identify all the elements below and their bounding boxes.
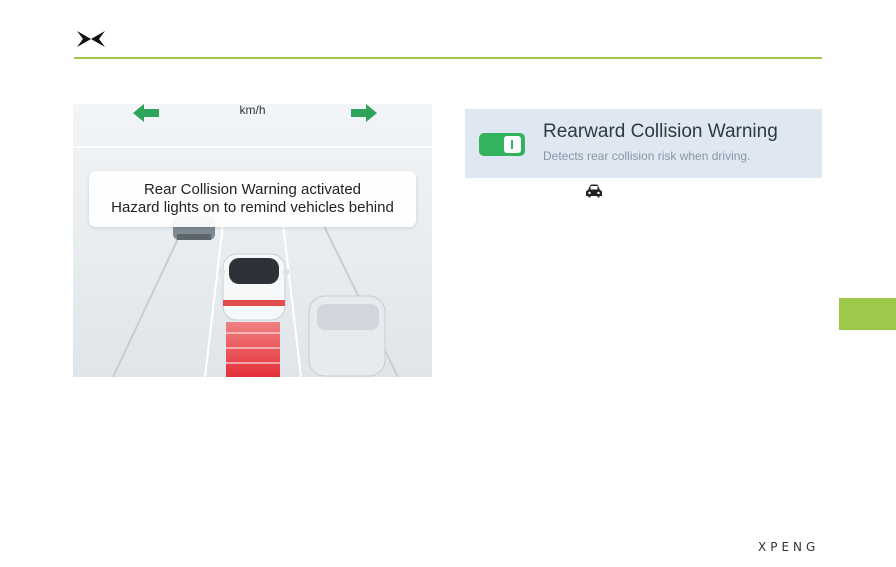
toggle-knob <box>504 136 521 153</box>
arrow-left-icon <box>133 104 159 122</box>
ego-car <box>219 253 289 321</box>
road-scene <box>73 104 432 377</box>
setting-subtitle: Detects rear collision risk when driving… <box>543 149 751 163</box>
warning-zone <box>226 322 280 377</box>
notice-line-1: Rear Collision Warning activated <box>143 181 362 198</box>
xpeng-logo-icon <box>77 31 105 47</box>
header-divider <box>74 57 822 59</box>
brand-wordmark: XPENG <box>758 540 820 554</box>
notice-line-2: Hazard lights on to remind vehicles behi… <box>111 199 394 216</box>
rearward-collision-warning-setting: Rearward Collision Warning Detects rear … <box>465 109 822 178</box>
speed-unit: km/h <box>239 104 266 117</box>
rear-collision-illustration: km/h Rear Collision Warning activated Ha… <box>73 104 432 377</box>
arrow-right-icon <box>351 104 377 122</box>
setting-title: Rearward Collision Warning <box>543 121 778 142</box>
car-icon <box>586 184 602 198</box>
chapter-tab <box>839 298 896 330</box>
collision-warning-notice: Rear Collision Warning activated Hazard … <box>89 171 416 227</box>
rear-car <box>308 295 386 377</box>
rearward-collision-warning-toggle[interactable] <box>479 133 525 156</box>
